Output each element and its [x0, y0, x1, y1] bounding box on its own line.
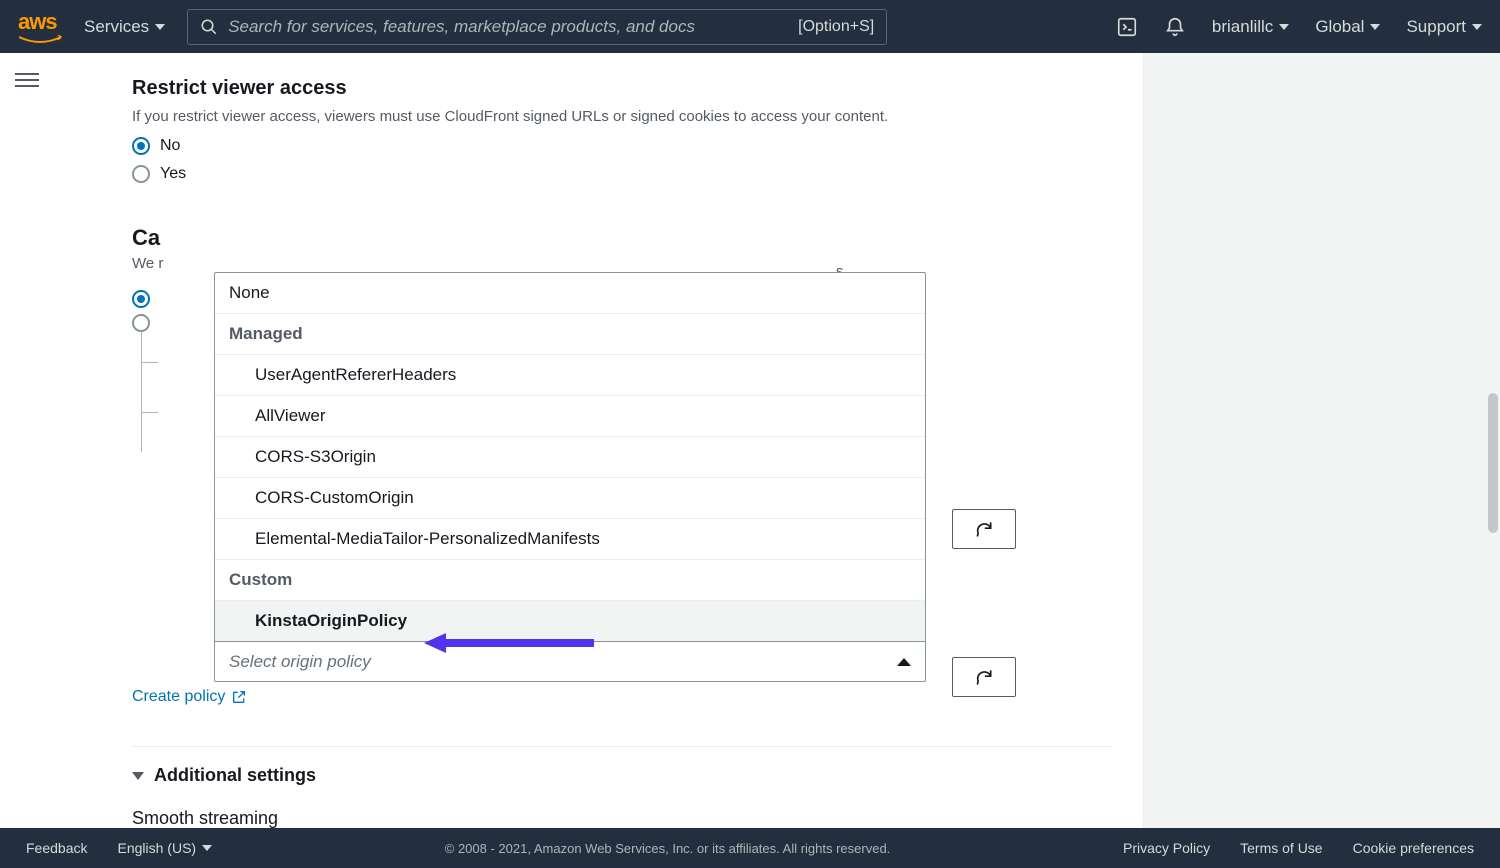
support-label: Support: [1406, 17, 1466, 37]
caret-down-icon: [132, 772, 144, 780]
caret-down-icon: [155, 24, 165, 30]
aws-logo[interactable]: aws: [18, 9, 62, 45]
origin-policy-select[interactable]: Select origin policy: [215, 641, 925, 681]
refresh-icon: [974, 667, 994, 687]
cloudshell-icon[interactable]: [1116, 16, 1138, 38]
account-menu[interactable]: brianlillc: [1212, 17, 1289, 37]
caret-down-icon: [1279, 24, 1289, 30]
hamburger-icon[interactable]: [15, 69, 39, 87]
divider: [132, 746, 1113, 747]
refresh-cache-policy-button[interactable]: [952, 509, 1016, 549]
search-placeholder: Search for services, features, marketpla…: [228, 17, 788, 37]
select-placeholder: Select origin policy: [229, 652, 371, 672]
radio-checked-icon: [132, 290, 150, 308]
terms-of-use-link[interactable]: Terms of Use: [1240, 840, 1322, 856]
dropdown-option-cors-s3origin[interactable]: CORS-S3Origin: [215, 436, 925, 477]
dropdown-option-useragentrefererheaders[interactable]: UserAgentRefererHeaders: [215, 354, 925, 395]
refresh-icon: [974, 519, 994, 539]
radio-no-label: No: [160, 137, 180, 155]
dropdown-option-cors-customorigin[interactable]: CORS-CustomOrigin: [215, 477, 925, 518]
cookie-preferences-link[interactable]: Cookie preferences: [1353, 840, 1474, 856]
create-policy-link[interactable]: Create policy: [132, 688, 247, 706]
radio-checked-icon: [132, 137, 150, 155]
restrict-radio-yes[interactable]: Yes: [132, 165, 1113, 183]
caret-down-icon: [1472, 24, 1482, 30]
global-search[interactable]: Search for services, features, marketpla…: [187, 9, 887, 45]
additional-settings-toggle[interactable]: Additional settings: [132, 765, 1113, 786]
privacy-policy-link[interactable]: Privacy Policy: [1123, 840, 1210, 856]
region-menu[interactable]: Global: [1315, 17, 1380, 37]
scrollbar-thumb[interactable]: [1488, 393, 1498, 533]
restrict-viewer-section: Restrict viewer access If you restrict v…: [132, 77, 1113, 183]
top-navbar: aws Services Search for services, featur…: [0, 0, 1500, 53]
restrict-title: Restrict viewer access: [132, 77, 1113, 100]
aws-logo-text: aws: [18, 9, 57, 34]
radio-yes-label: Yes: [160, 165, 186, 183]
notifications-icon[interactable]: [1164, 16, 1186, 38]
caret-up-icon: [897, 658, 911, 666]
services-menu[interactable]: Services: [84, 17, 165, 37]
content-area: Restrict viewer access If you restrict v…: [54, 53, 1500, 828]
refresh-origin-policy-button[interactable]: [952, 657, 1016, 697]
support-menu[interactable]: Support: [1406, 17, 1482, 37]
dropdown-option-none[interactable]: None: [215, 273, 925, 313]
caret-down-icon: [1370, 24, 1380, 30]
dropdown-group-custom: Custom: [215, 559, 925, 600]
footer-copyright: © 2008 - 2021, Amazon Web Services, Inc.…: [242, 841, 1093, 856]
scrollbar-track[interactable]: [1484, 53, 1500, 828]
dropdown-group-managed: Managed: [215, 313, 925, 354]
smooth-streaming-label: Smooth streaming: [132, 808, 1113, 829]
restrict-desc: If you restrict viewer access, viewers m…: [132, 106, 1113, 127]
external-link-icon: [231, 689, 247, 705]
radio-unchecked-icon: [132, 165, 150, 183]
footer-bar: Feedback English (US) © 2008 - 2021, Ama…: [0, 828, 1500, 868]
dropdown-option-elemental-mediatailor[interactable]: Elemental-MediaTailor-PersonalizedManife…: [215, 518, 925, 559]
account-username: brianlillc: [1212, 17, 1273, 37]
restrict-radio-no[interactable]: No: [132, 137, 1113, 155]
dropdown-option-kinstaoriginpolicy[interactable]: KinstaOriginPolicy: [215, 600, 925, 641]
language-label: English (US): [117, 840, 196, 856]
dropdown-option-allviewer[interactable]: AllViewer: [215, 395, 925, 436]
cache-desc-partial: We r: [132, 255, 1113, 272]
caret-down-icon: [202, 845, 212, 851]
radio-unchecked-icon: [132, 314, 150, 332]
form-panel: Restrict viewer access If you restrict v…: [54, 53, 1144, 828]
search-icon: [200, 18, 218, 36]
services-label: Services: [84, 17, 149, 37]
search-shortcut: [Option+S]: [798, 18, 874, 36]
feedback-link[interactable]: Feedback: [26, 840, 87, 856]
origin-policy-dropdown[interactable]: None Managed UserAgentRefererHeaders All…: [214, 272, 926, 682]
create-policy-label: Create policy: [132, 688, 225, 706]
additional-settings-label: Additional settings: [154, 765, 316, 786]
aws-swoosh-icon: [18, 35, 62, 45]
cache-title-partial: Ca: [132, 225, 1113, 251]
language-menu[interactable]: English (US): [117, 840, 212, 856]
side-nav-collapsed: [0, 53, 54, 828]
region-label: Global: [1315, 17, 1364, 37]
